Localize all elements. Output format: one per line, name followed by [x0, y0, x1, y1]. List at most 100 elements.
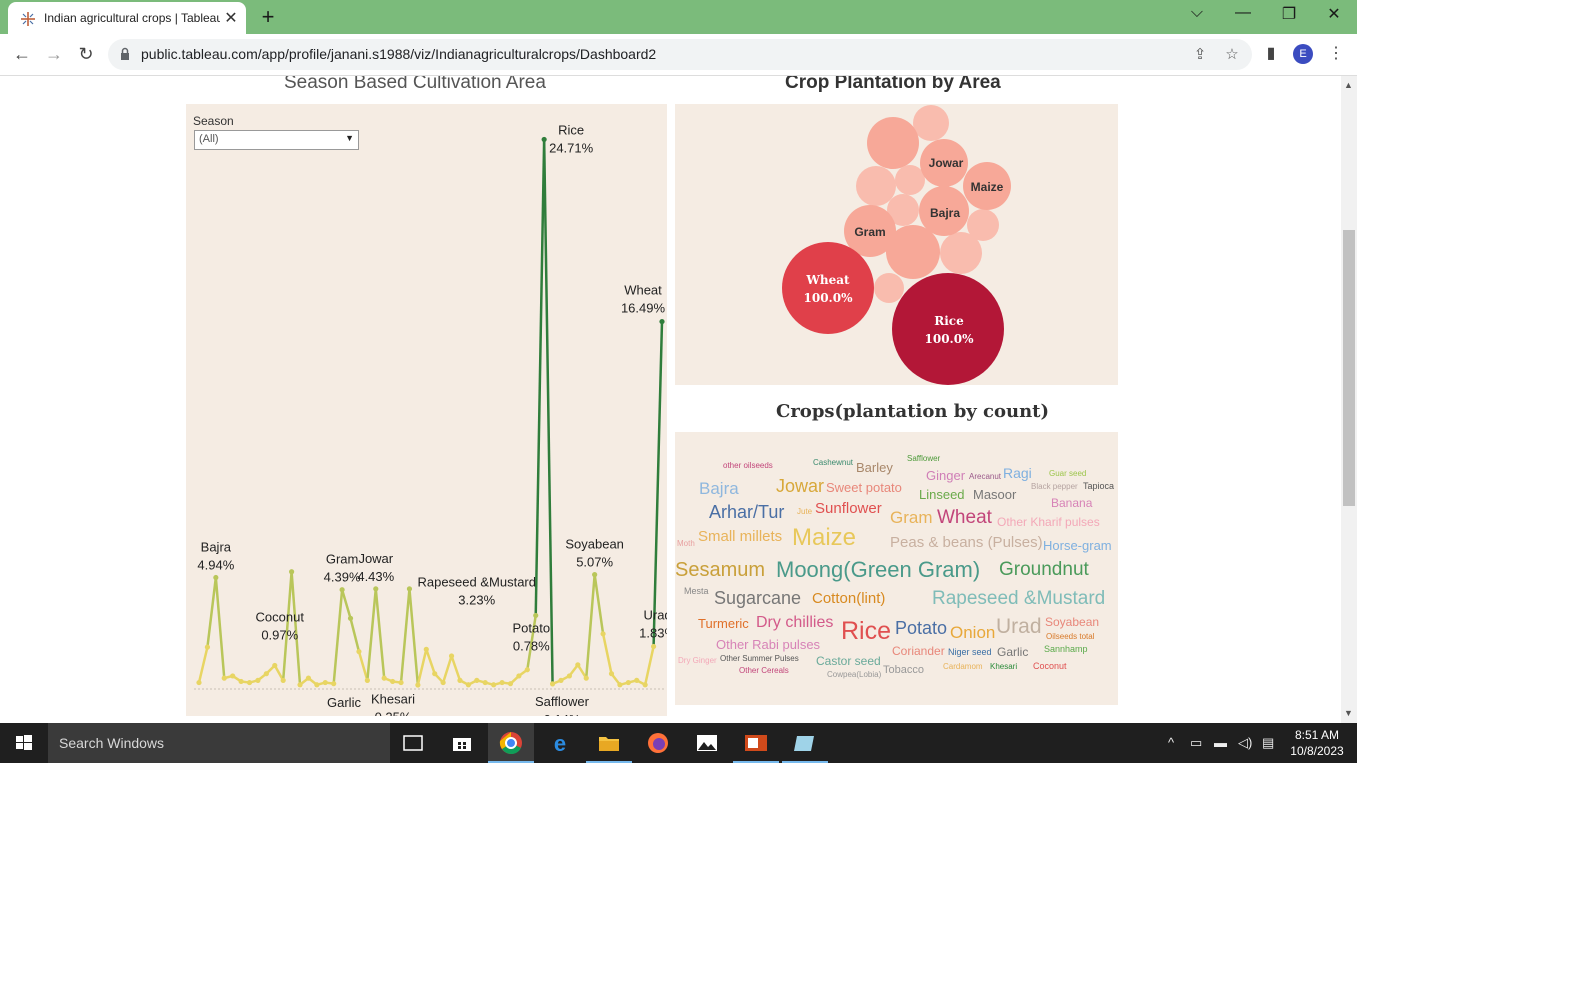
wordcloud-word[interactable]: Garlic [997, 646, 1028, 658]
data-point[interactable] [558, 677, 564, 683]
share-icon[interactable]: ⇪ [1190, 45, 1210, 65]
windows-start-icon[interactable] [0, 723, 48, 763]
data-point[interactable] [617, 682, 623, 688]
data-point[interactable] [398, 679, 404, 686]
firefox-icon[interactable] [635, 723, 681, 763]
bubble-wheat[interactable] [782, 242, 874, 334]
data-point[interactable] [196, 679, 202, 686]
data-point[interactable] [659, 318, 665, 325]
data-point[interactable] [600, 631, 606, 637]
data-point[interactable] [507, 681, 514, 687]
wordcloud-word[interactable]: Cotton(lint) [812, 591, 885, 606]
page-scrollbar[interactable]: ▲ ▼ [1341, 76, 1357, 723]
wordcloud-word[interactable]: Mesta [684, 587, 709, 596]
data-point[interactable] [305, 675, 312, 681]
chrome-icon[interactable] [488, 723, 534, 763]
data-point[interactable] [356, 648, 362, 655]
profile-avatar[interactable]: E [1293, 44, 1313, 64]
notifications-icon[interactable]: ▤ [1262, 735, 1274, 751]
wordcloud-word[interactable]: Cardamom [943, 663, 983, 671]
data-point[interactable] [533, 612, 539, 619]
bookmark-star-icon[interactable]: ☆ [1222, 45, 1242, 65]
data-point[interactable] [289, 569, 295, 575]
close-tab-icon[interactable]: ✕ [222, 8, 240, 28]
wordcloud-word[interactable]: Banana [1051, 497, 1092, 509]
scroll-up-icon[interactable]: ▲ [1344, 80, 1353, 90]
data-point[interactable] [457, 677, 463, 683]
data-point[interactable] [482, 679, 488, 686]
wordcloud-word[interactable]: Peas & beans (Pulses) [890, 535, 1043, 550]
restore-icon[interactable]: ❐ [1269, 4, 1309, 24]
wordcloud-word[interactable]: Sesamum [675, 560, 765, 580]
show-hidden-icons-icon[interactable]: ^ [1168, 735, 1174, 750]
wordcloud-word[interactable]: Potato [895, 619, 947, 637]
data-point[interactable] [331, 681, 337, 687]
data-point[interactable] [592, 572, 598, 578]
wordcloud-word[interactable]: Linseed [919, 488, 965, 501]
wordcloud-word[interactable]: Rice [841, 619, 891, 644]
data-point[interactable] [272, 662, 278, 669]
wordcloud-word[interactable]: Other Kharif pulses [997, 516, 1100, 528]
data-point[interactable] [255, 677, 261, 683]
wordcloud-word[interactable]: Other Cereals [739, 667, 789, 675]
wordcloud-word[interactable]: Ginger [926, 469, 965, 482]
wordcloud-word[interactable]: Gram [890, 509, 933, 526]
data-point[interactable] [625, 679, 631, 686]
data-point[interactable] [347, 615, 354, 621]
data-point[interactable] [204, 644, 211, 650]
wordcloud-word[interactable]: Barley [856, 461, 893, 474]
data-point[interactable] [415, 682, 421, 688]
wordcloud-word[interactable]: Tobacco [883, 665, 924, 676]
data-point[interactable] [549, 681, 556, 687]
wordcloud-word[interactable]: Black pepper [1031, 483, 1078, 491]
wordcloud-word[interactable]: Arecanut [969, 473, 1001, 481]
wordcloud-word[interactable]: Soyabean [1045, 616, 1099, 628]
wordcloud-word[interactable]: Tapioca [1083, 482, 1114, 491]
notes-app-icon[interactable] [782, 723, 828, 763]
data-point[interactable] [432, 671, 438, 677]
wordcloud-word[interactable]: other oilseeds [723, 462, 773, 470]
back-icon[interactable]: ← [10, 42, 34, 66]
wordcloud-word[interactable]: Other Summer Pulses [720, 655, 799, 663]
data-point[interactable] [440, 679, 446, 686]
data-point[interactable] [491, 682, 497, 688]
data-point[interactable] [246, 679, 253, 686]
network-icon[interactable]: ▭ [1190, 735, 1202, 751]
minimize-icon[interactable]: — [1223, 4, 1263, 22]
edge-icon[interactable]: e [537, 723, 583, 763]
wordcloud-word[interactable]: Sweet potato [826, 481, 902, 494]
wordcloud-word[interactable]: Maize [792, 526, 856, 550]
wordcloud-word[interactable]: Ragi [1003, 466, 1032, 480]
wordcloud-word[interactable]: Moth [677, 540, 695, 548]
wordcloud-word[interactable]: Sunflower [815, 501, 882, 516]
new-tab-icon[interactable]: + [258, 4, 278, 30]
data-point[interactable] [322, 679, 328, 686]
wordcloud-word[interactable]: Moong(Green Gram) [776, 559, 980, 581]
file-explorer-icon[interactable] [586, 723, 632, 763]
scrollbar-thumb[interactable] [1343, 230, 1355, 506]
wordcloud-word[interactable]: Small millets [698, 529, 782, 544]
wordcloud-word[interactable]: Other Rabi pulses [716, 638, 820, 651]
wordcloud-word[interactable]: Horse-gram [1043, 539, 1112, 552]
data-point[interactable] [364, 677, 370, 683]
data-point[interactable] [524, 667, 530, 673]
wordcloud-word[interactable]: Jowar [776, 477, 824, 495]
wordcloud-word[interactable]: Coconut [1033, 662, 1067, 671]
reload-icon[interactable]: ↻ [74, 42, 98, 66]
wordcloud-word[interactable]: Safflower [907, 455, 940, 463]
data-point[interactable] [339, 587, 345, 593]
data-point[interactable] [516, 673, 522, 679]
data-point[interactable] [381, 675, 387, 681]
data-point[interactable] [280, 677, 286, 683]
menu-kebab-icon[interactable]: ⋮ [1326, 44, 1346, 64]
bubble-rice[interactable] [892, 273, 1004, 385]
data-point[interactable] [499, 679, 505, 686]
taskbar-search[interactable]: Search Windows [48, 723, 390, 763]
wordcloud-word[interactable]: Dry chillies [756, 615, 833, 631]
task-view-icon[interactable] [390, 723, 436, 763]
wordcloud-word[interactable]: Onion [950, 624, 995, 641]
data-point[interactable] [608, 671, 615, 677]
data-point[interactable] [297, 682, 303, 688]
scroll-down-icon[interactable]: ▼ [1344, 708, 1353, 718]
wordcloud-word[interactable]: Masoor [973, 488, 1016, 501]
